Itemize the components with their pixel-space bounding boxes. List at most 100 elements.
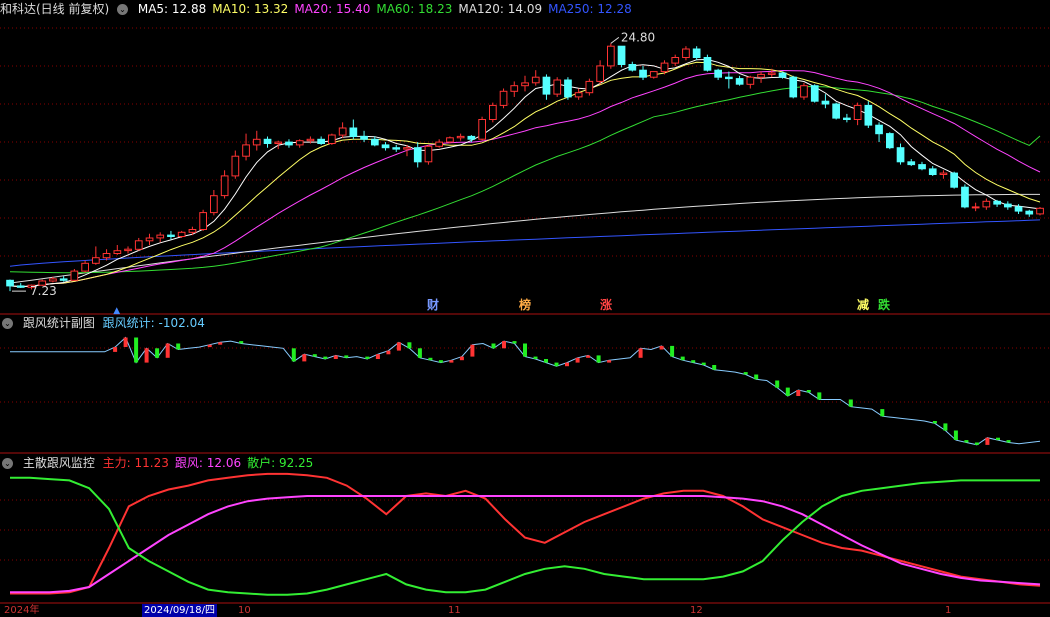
candle-body bbox=[950, 172, 958, 188]
candle-body bbox=[81, 262, 90, 272]
candle-body bbox=[542, 76, 551, 95]
candle-body bbox=[735, 78, 744, 85]
candle-body bbox=[403, 147, 411, 150]
candle-body bbox=[692, 48, 701, 58]
follow-stat-bar bbox=[596, 355, 601, 363]
time-axis-tick: 2024/09/18/四 bbox=[142, 604, 218, 617]
event-marker-3[interactable]: 减 bbox=[857, 298, 869, 312]
follow-stat-bar bbox=[754, 374, 759, 380]
follow-stat-bar bbox=[333, 355, 338, 359]
candle-body bbox=[446, 137, 454, 143]
follow-stat-bar bbox=[996, 437, 1000, 441]
candle-body bbox=[574, 92, 583, 98]
collapse-toggle-icon[interactable]: ⌄ bbox=[2, 318, 13, 329]
candle-body bbox=[875, 124, 883, 135]
follow-stat-bar bbox=[396, 342, 401, 351]
ma-label: MA250: 12.28 bbox=[548, 2, 632, 16]
candle-body bbox=[306, 138, 315, 142]
follow-stat-bar bbox=[218, 342, 223, 345]
candle-body bbox=[371, 138, 379, 146]
candle-body bbox=[467, 135, 476, 140]
follow-stat-bar bbox=[470, 344, 475, 357]
follow-stat-bar bbox=[743, 372, 748, 375]
candle-body bbox=[134, 240, 143, 250]
candle-body bbox=[328, 134, 336, 144]
candle-body bbox=[456, 135, 465, 139]
follow-stat-bar bbox=[701, 362, 706, 365]
candle-body bbox=[649, 71, 658, 78]
follow-stat-bar bbox=[449, 360, 454, 363]
follow-stat-bar bbox=[806, 390, 811, 393]
candle-body bbox=[478, 119, 486, 140]
follow-stat-bar bbox=[386, 350, 391, 355]
main-chart-header: 和科达(日线 前复权) ⌄ MA5: 12.88 MA10: 13.32 MA20:… bbox=[0, 1, 638, 17]
follow-stat-header: ⌄ 跟风统计副图 跟风统计: -102.04 bbox=[0, 315, 211, 331]
event-marker-4[interactable]: 跌 bbox=[878, 298, 890, 312]
candle-body bbox=[789, 76, 798, 98]
follow-stat-bar bbox=[123, 337, 128, 347]
follow-stat-bar bbox=[365, 356, 370, 359]
collapse-toggle-icon[interactable]: ⌄ bbox=[2, 458, 13, 469]
candle-body bbox=[285, 141, 293, 146]
candle-body bbox=[886, 133, 894, 149]
ma-label: MA5: 12.88 bbox=[137, 2, 207, 16]
candle-body bbox=[499, 90, 508, 106]
monitor-legend-item: 跟风: 12.06 bbox=[174, 456, 242, 470]
candle-body bbox=[1004, 203, 1012, 208]
monitor-header: ⌄ 主散跟风监控 主力: 11.23 跟风: 12.06 散户: 92.25 bbox=[0, 455, 319, 471]
ma20-line bbox=[9, 69, 1041, 288]
event-marker-0[interactable]: 财 bbox=[427, 298, 439, 312]
collapse-toggle-icon[interactable]: ⌄ bbox=[117, 4, 129, 15]
follow-stat-bar bbox=[491, 343, 496, 349]
candle-body bbox=[360, 135, 368, 140]
candle-body bbox=[274, 141, 283, 145]
candle-body bbox=[188, 229, 197, 233]
candle-body bbox=[961, 186, 969, 208]
candle-body bbox=[907, 161, 916, 166]
candle-body bbox=[853, 104, 862, 121]
follow-stat-bar bbox=[575, 357, 580, 363]
candle-body bbox=[843, 117, 851, 120]
monitor-legend: 主力: 11.23 跟风: 12.06 散户: 92.25 bbox=[103, 456, 320, 470]
follow-stat-bar bbox=[438, 360, 443, 363]
time-axis-tick: 2024年 bbox=[4, 605, 40, 616]
follow-stat-bar bbox=[932, 421, 937, 424]
candle-body bbox=[714, 69, 722, 78]
candle-body bbox=[156, 234, 165, 239]
candle-body bbox=[671, 57, 680, 64]
follow-stat-bar bbox=[659, 345, 664, 350]
follow-stat-bar bbox=[985, 437, 990, 445]
stock-title: 和科达(日线 前复权) bbox=[0, 2, 110, 16]
candle-body bbox=[585, 80, 594, 94]
candle-body bbox=[59, 278, 68, 281]
candle-body bbox=[349, 127, 358, 137]
candle-body bbox=[145, 237, 154, 242]
event-marker-1[interactable]: 榜 bbox=[519, 298, 531, 312]
monitor-title: 主散跟风监控 bbox=[22, 456, 95, 470]
ma250-line bbox=[9, 219, 1041, 267]
candle-body bbox=[252, 138, 261, 146]
event-marker-2[interactable]: 涨 bbox=[600, 298, 612, 312]
follow-stat-bar bbox=[796, 390, 801, 396]
candle-body bbox=[70, 270, 79, 281]
candle-body bbox=[263, 138, 272, 145]
follow-stat-bar bbox=[565, 362, 569, 367]
follow-stat-bar bbox=[176, 343, 181, 350]
candle-body bbox=[199, 212, 208, 231]
candle-body bbox=[49, 278, 57, 282]
monitor-line-1 bbox=[10, 495, 1041, 594]
follow-stat-bar bbox=[953, 430, 958, 440]
follow-stat-bar bbox=[607, 360, 612, 363]
high-price-label: 24.80 bbox=[621, 30, 655, 44]
candle-body bbox=[703, 57, 712, 71]
candle-body bbox=[767, 72, 776, 75]
candle-body bbox=[939, 172, 948, 176]
candle-body bbox=[489, 104, 497, 121]
follow-stat-bar bbox=[974, 442, 979, 445]
candle-body bbox=[832, 103, 840, 119]
follow-stat-bar bbox=[523, 343, 527, 357]
candle-body bbox=[607, 45, 615, 67]
follow-stat-bar bbox=[417, 348, 422, 358]
follow-stat-bar bbox=[848, 399, 853, 407]
follow-stat-bar bbox=[312, 354, 317, 357]
